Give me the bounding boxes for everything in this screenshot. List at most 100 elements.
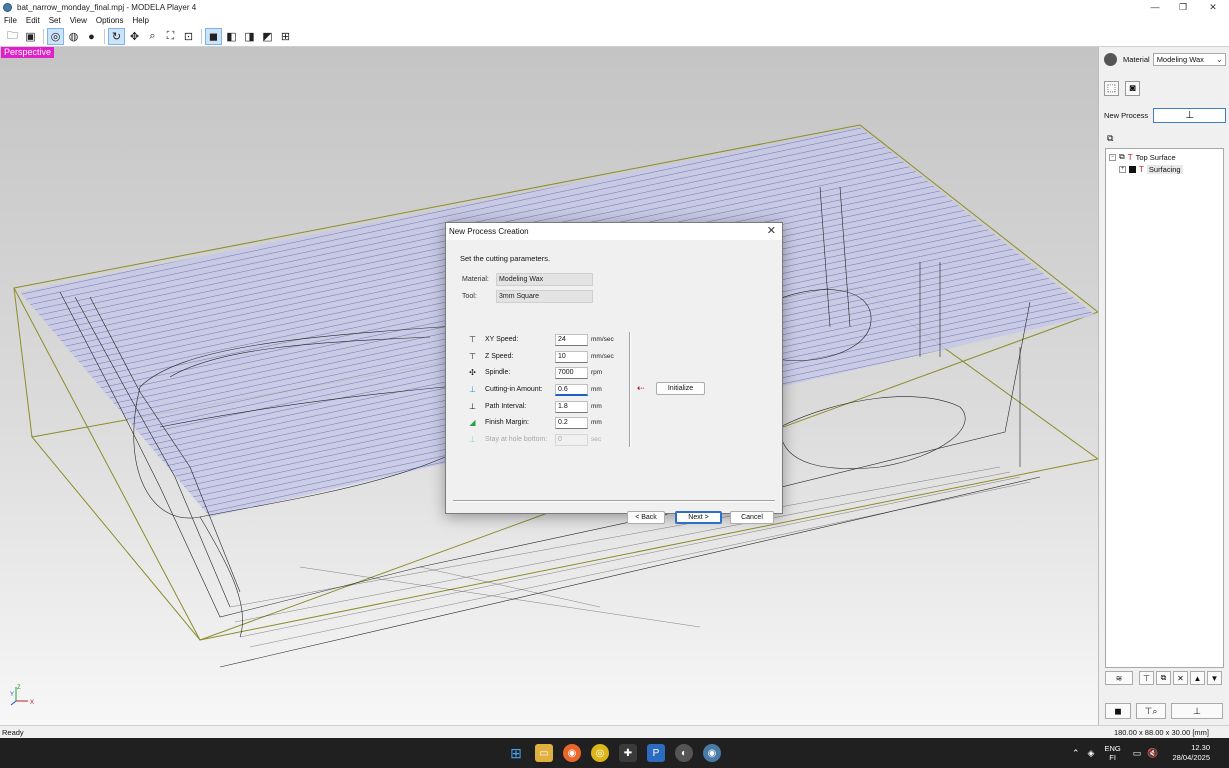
copy-icon[interactable]: ⧉ bbox=[1156, 671, 1171, 685]
material-row: Material Modeling Wax ⌄ bbox=[1104, 53, 1226, 66]
param-xy-speed: ⊤ XY Speed: 24 mm/sec bbox=[467, 333, 637, 346]
globe-icon[interactable]: ◍ bbox=[65, 28, 82, 45]
rotate-icon[interactable]: ↻ bbox=[108, 28, 125, 45]
language-code: ENG bbox=[1104, 744, 1121, 753]
network-icon[interactable]: ◈ bbox=[1088, 748, 1095, 759]
initialize-button[interactable]: Initialize bbox=[656, 382, 705, 395]
open-folder-icon[interactable]: 🗀 bbox=[4, 28, 21, 45]
tool-search-icon[interactable]: ⊤⌕ bbox=[1136, 703, 1166, 719]
param-cutting-in-amount: ⊥ Cutting-in Amount: 0.6 mm bbox=[467, 383, 637, 396]
clock[interactable]: 12.30 28/04/2025 bbox=[1172, 743, 1210, 763]
zoom-icon[interactable]: ⌕ bbox=[144, 28, 161, 45]
cut-area-icon[interactable]: ⬚ bbox=[1104, 81, 1119, 96]
save-icon[interactable]: ▣ bbox=[22, 28, 39, 45]
tool-field: 3mm Square bbox=[496, 290, 593, 303]
dialog-close-icon[interactable]: ✕ bbox=[767, 224, 776, 237]
window-title: bat_narrow_monday_final.mpj - MODELA Pla… bbox=[17, 2, 197, 12]
param-unit: mm/sec bbox=[591, 336, 614, 343]
menu-set[interactable]: Set bbox=[49, 16, 61, 25]
cutting-in-amount-input[interactable]: 0.6 bbox=[555, 383, 588, 396]
finish-margin-input[interactable]: 0.2 bbox=[555, 416, 588, 429]
windows-start-icon[interactable]: ⊞ bbox=[507, 744, 525, 762]
z-speed-input[interactable]: 10 bbox=[555, 350, 588, 363]
process-tree[interactable]: − ⧉ T Top Surface + T Surfacing bbox=[1105, 148, 1224, 668]
back-button[interactable]: < Back bbox=[627, 511, 665, 524]
collapse-icon[interactable]: − bbox=[1109, 153, 1116, 161]
tree-item-surfacing[interactable]: + T Surfacing bbox=[1109, 163, 1220, 175]
view-top-icon[interactable]: ◼ bbox=[205, 28, 222, 45]
pan-icon[interactable]: ✥ bbox=[126, 28, 143, 45]
path-interval-input[interactable]: 1.8 bbox=[555, 400, 588, 413]
axis-y-label: Y bbox=[10, 692, 14, 698]
app-icon bbox=[3, 2, 12, 12]
app-tile-icon[interactable]: ✚ bbox=[619, 744, 637, 762]
move-up-icon[interactable]: ▲ bbox=[1190, 671, 1205, 685]
app-blue-icon[interactable]: P bbox=[647, 744, 665, 762]
sphere-icon[interactable]: ● bbox=[83, 28, 100, 45]
menu-view[interactable]: View bbox=[70, 16, 87, 25]
file-explorer-icon[interactable]: ▭ bbox=[535, 744, 553, 762]
speaker-muted-icon[interactable]: 🔇 bbox=[1147, 748, 1158, 759]
display-icon[interactable]: ▭ bbox=[1133, 748, 1142, 759]
tool-settings-icon[interactable]: ◙ bbox=[1125, 81, 1140, 96]
chevron-up-icon[interactable]: ⌃ bbox=[1072, 748, 1080, 759]
xy-speed-input[interactable]: 24 bbox=[555, 333, 588, 346]
path-preview-icon[interactable]: ≋ bbox=[1105, 671, 1133, 685]
maximize-button[interactable]: ❐ bbox=[1168, 0, 1198, 14]
zoom-window-icon[interactable]: ⊡ bbox=[180, 28, 197, 45]
status-bar: Ready 180.00 x 88.00 x 30.00 [mm] bbox=[0, 725, 1229, 738]
clock-time: 12.30 bbox=[1191, 743, 1211, 752]
move-down-icon[interactable]: ▼ bbox=[1207, 671, 1222, 685]
modela-player-icon[interactable]: ◉ bbox=[703, 744, 721, 762]
material-field-label: Material: bbox=[462, 276, 489, 283]
next-button[interactable]: Next > bbox=[675, 511, 722, 524]
surface-icon: ⧉ bbox=[1119, 152, 1125, 161]
process-list-icon[interactable]: ⧉ bbox=[1107, 133, 1113, 144]
axis-z-label: Z bbox=[17, 685, 21, 691]
wireframe-globe-icon[interactable]: ◎ bbox=[47, 28, 64, 45]
tree-item-top-surface[interactable]: − ⧉ T Top Surface bbox=[1109, 151, 1220, 163]
panel-buttons-row: ⬚ ◙ bbox=[1104, 81, 1146, 96]
menu-help[interactable]: Help bbox=[132, 16, 148, 25]
material-select[interactable]: Modeling Wax ⌄ bbox=[1152, 53, 1226, 66]
view-front-icon[interactable]: ◧ bbox=[223, 28, 240, 45]
view-mode-label: Perspective bbox=[1, 47, 55, 58]
param-finish-margin: ◢ Finish Margin: 0.2 mm bbox=[467, 416, 637, 429]
dialog-body: Set the cutting parameters. Material: Mo… bbox=[446, 240, 782, 524]
delete-icon[interactable]: ✕ bbox=[1173, 671, 1188, 685]
menu-file[interactable]: File bbox=[4, 16, 17, 25]
close-window-button[interactable]: ✕ bbox=[1198, 0, 1228, 14]
param-label: Spindle: bbox=[485, 369, 511, 376]
minimize-button[interactable]: — bbox=[1140, 0, 1170, 14]
view-quad-icon[interactable]: ⊞ bbox=[277, 28, 294, 45]
new-process-button[interactable]: ⊥ bbox=[1153, 108, 1227, 123]
horizontal-divider bbox=[453, 500, 775, 502]
view-iso-icon[interactable]: ◩ bbox=[259, 28, 276, 45]
edit-tool-icon[interactable]: ⊤ bbox=[1139, 671, 1154, 685]
stay-at-hole-icon: ⊥ bbox=[469, 435, 476, 444]
material-field: Modeling Wax bbox=[496, 273, 593, 286]
chrome-icon[interactable]: ◎ bbox=[591, 744, 609, 762]
view-side-icon[interactable]: ◨ bbox=[241, 28, 258, 45]
menu-options[interactable]: Options bbox=[96, 16, 124, 25]
stay-at-hole-bottom-input: 0 bbox=[555, 433, 588, 446]
preview-cutting-icon[interactable]: ◼ bbox=[1105, 703, 1131, 719]
param-unit: mm bbox=[591, 403, 602, 410]
firefox-icon[interactable]: ◉ bbox=[563, 744, 581, 762]
param-unit: mm bbox=[591, 386, 602, 393]
app-dark-icon[interactable]: ◐ bbox=[675, 744, 693, 762]
material-icon bbox=[1104, 53, 1117, 66]
chevron-down-icon: ⌄ bbox=[1215, 55, 1223, 64]
param-unit: sec bbox=[591, 436, 602, 443]
spindle-input[interactable]: 7000 bbox=[555, 366, 588, 379]
tree-item-label: Top Surface bbox=[1135, 152, 1176, 162]
expand-icon[interactable]: + bbox=[1119, 165, 1126, 173]
cancel-button[interactable]: Cancel bbox=[730, 511, 774, 524]
z-speed-icon: ⊤ bbox=[469, 352, 476, 361]
tree-toolbar: ⧉ bbox=[1107, 133, 1113, 144]
menu-edit[interactable]: Edit bbox=[26, 16, 40, 25]
language-indicator[interactable]: ENG FI bbox=[1104, 744, 1120, 762]
zoom-extents-icon[interactable]: ⛶ bbox=[162, 28, 179, 45]
cut-output-icon[interactable]: ⊥ bbox=[1171, 703, 1223, 719]
param-label: Path Interval: bbox=[485, 403, 527, 410]
